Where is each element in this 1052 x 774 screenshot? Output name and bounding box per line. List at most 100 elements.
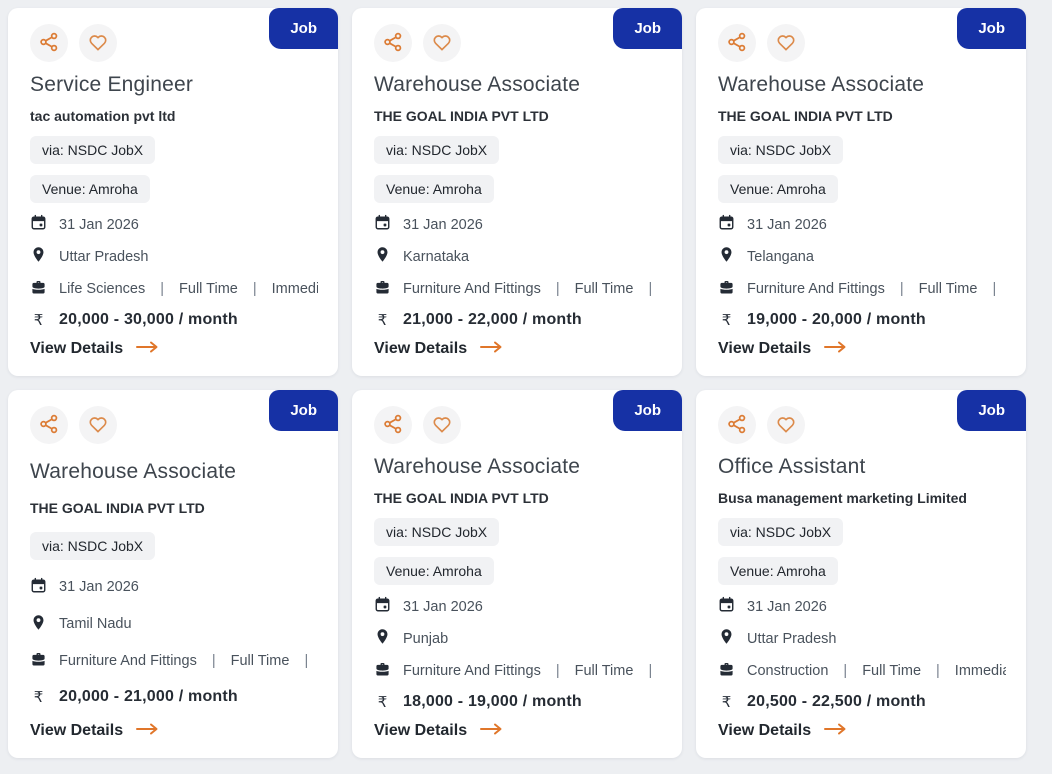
via-chip: via: NSDC JobX (718, 518, 843, 546)
location-row: Karnataka (374, 246, 469, 267)
favorite-button[interactable] (423, 406, 461, 444)
location-pin-icon (30, 246, 47, 267)
calendar-icon (718, 596, 735, 617)
tag-type: Full Time (179, 281, 238, 297)
rupee-symbol: ₹ (30, 311, 47, 329)
view-details-label: View Details (374, 722, 467, 740)
separator: | (989, 281, 999, 297)
venue-chip: Venue: Amroha (374, 175, 494, 203)
separator: | (553, 281, 563, 297)
calendar-icon (30, 577, 47, 598)
salary-row: ₹20,000 - 30,000 / month (30, 311, 238, 329)
via-chip: via: NSDC JobX (718, 136, 843, 164)
briefcase-icon (718, 279, 735, 300)
favorite-button[interactable] (79, 24, 117, 62)
date-row: 31 Jan 2026 (718, 596, 827, 617)
briefcase-icon (30, 279, 47, 300)
view-details-label: View Details (30, 340, 123, 358)
calendar-icon (374, 596, 391, 617)
tag-category: Furniture And Fittings (747, 281, 885, 297)
date-row: 31 Jan 2026 (374, 596, 483, 617)
date-text: 31 Jan 2026 (747, 599, 827, 615)
arrow-right-icon (479, 722, 503, 740)
favorite-button[interactable] (423, 24, 461, 62)
heart-icon (87, 31, 109, 56)
tag-category: Construction (747, 663, 828, 679)
salary-text: 20,000 - 30,000 / month (59, 311, 238, 329)
location-row: Uttar Pradesh (30, 246, 148, 267)
tag-type: Full Time (231, 653, 290, 669)
location-pin-icon (374, 628, 391, 649)
heart-icon (775, 31, 797, 56)
share-icon (382, 413, 404, 438)
share-button[interactable] (374, 406, 412, 444)
share-button[interactable] (30, 406, 68, 444)
tag-type: Full Time (919, 281, 978, 297)
share-icon (38, 31, 60, 56)
separator: | (157, 281, 167, 297)
via-chip: via: NSDC JobX (374, 136, 499, 164)
calendar-icon (374, 214, 391, 235)
job-title: Warehouse Associate (374, 73, 580, 97)
location-pin-icon (718, 628, 735, 649)
salary-row: ₹20,000 - 21,000 / month (30, 688, 238, 706)
date-row: 31 Jan 2026 (30, 214, 139, 235)
location-text: Uttar Pradesh (747, 631, 836, 647)
company-name: Busa management marketing Limited (718, 490, 967, 506)
salary-row: ₹18,000 - 19,000 / month (374, 693, 582, 711)
calendar-icon (718, 214, 735, 235)
tags-row: Furniture And Fittings|Full Time|Im… (718, 279, 1006, 300)
heart-icon (775, 413, 797, 438)
rupee-symbol: ₹ (718, 311, 735, 329)
tag-category: Furniture And Fittings (403, 281, 541, 297)
job-card: Job Office Assistant Busa management mar… (696, 390, 1026, 758)
job-card: Job Service Engineer tac automation pvt … (8, 8, 338, 376)
separator: | (840, 663, 850, 679)
separator: | (553, 663, 563, 679)
job-card: Job Warehouse Associate THE GOAL INDIA P… (352, 390, 682, 758)
favorite-button[interactable] (767, 24, 805, 62)
share-button[interactable] (718, 24, 756, 62)
favorite-button[interactable] (79, 406, 117, 444)
location-row: Uttar Pradesh (718, 628, 836, 649)
separator: | (645, 281, 655, 297)
rupee-symbol: ₹ (30, 688, 47, 706)
job-type-badge: Job (613, 8, 682, 49)
view-details-link[interactable]: View Details (718, 722, 847, 740)
tags-row: Furniture And Fittings|Full Time|Im… (30, 651, 318, 672)
date-text: 31 Jan 2026 (747, 217, 827, 233)
separator: | (933, 663, 943, 679)
view-details-link[interactable]: View Details (374, 340, 503, 358)
job-type-badge: Job (269, 8, 338, 49)
view-details-link[interactable]: View Details (30, 340, 159, 358)
location-row: Punjab (374, 628, 448, 649)
tag-type: Full Time (575, 281, 634, 297)
view-details-link[interactable]: View Details (30, 722, 159, 740)
arrow-right-icon (823, 722, 847, 740)
location-text: Tamil Nadu (59, 616, 132, 632)
location-pin-icon (30, 614, 47, 635)
salary-text: 20,500 - 22,500 / month (747, 693, 926, 711)
share-icon (382, 31, 404, 56)
view-details-link[interactable]: View Details (718, 340, 847, 358)
share-button[interactable] (30, 24, 68, 62)
rupee-symbol: ₹ (374, 311, 391, 329)
tag-type: Full Time (862, 663, 921, 679)
company-name: THE GOAL INDIA PVT LTD (718, 108, 893, 124)
job-card: Job Warehouse Associate THE GOAL INDIA P… (696, 8, 1026, 376)
tag-availability: Immediate … (955, 663, 1006, 679)
location-text: Punjab (403, 631, 448, 647)
share-button[interactable] (718, 406, 756, 444)
salary-text: 21,000 - 22,000 / month (403, 311, 582, 329)
job-card: Job Warehouse Associate THE GOAL INDIA P… (8, 390, 338, 758)
location-pin-icon (718, 246, 735, 267)
tag-category: Life Sciences (59, 281, 145, 297)
view-details-link[interactable]: View Details (374, 722, 503, 740)
venue-chip: Venue: Amroha (718, 175, 838, 203)
tag-availability: Immediate… (272, 281, 318, 297)
favorite-button[interactable] (767, 406, 805, 444)
briefcase-icon (374, 279, 391, 300)
job-title: Warehouse Associate (718, 73, 924, 97)
venue-chip: Venue: Amroha (374, 557, 494, 585)
share-button[interactable] (374, 24, 412, 62)
